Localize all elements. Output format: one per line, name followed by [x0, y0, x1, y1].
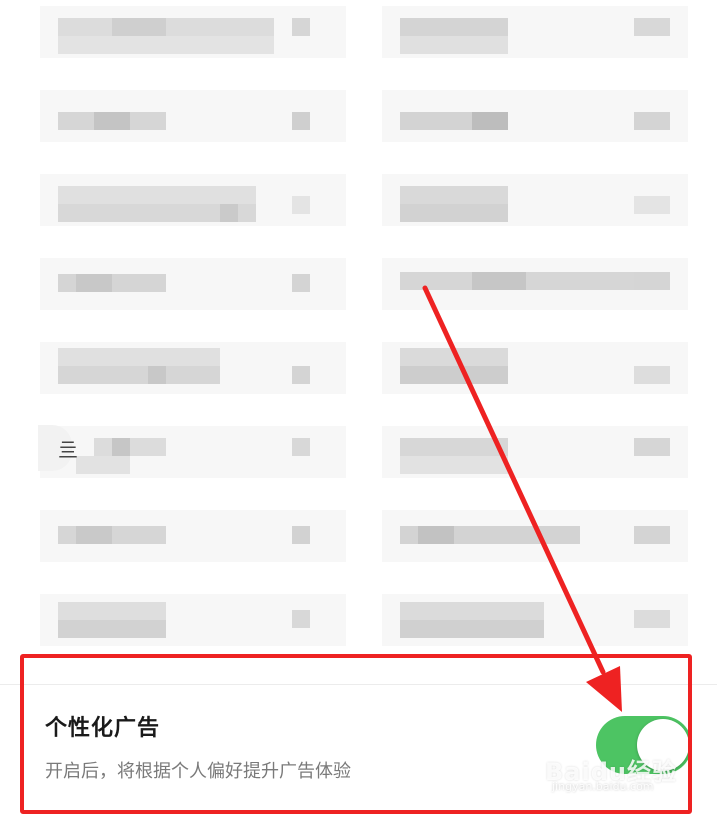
list-cell	[382, 174, 688, 226]
list-row	[0, 0, 717, 72]
list-row	[0, 336, 717, 408]
list-cell	[40, 510, 346, 562]
list-row	[0, 504, 717, 576]
list-cell	[40, 426, 346, 478]
list-cell	[40, 258, 346, 310]
list-cell	[382, 594, 688, 646]
list-row	[0, 252, 717, 324]
list-cell	[382, 426, 688, 478]
list-row	[0, 588, 717, 660]
list-cell	[40, 174, 346, 226]
menu-glyph-icon: 亖	[58, 438, 78, 462]
list-cell	[382, 90, 688, 142]
list-cell	[40, 342, 346, 394]
list-cell	[40, 6, 346, 58]
list-cell	[382, 510, 688, 562]
list-row	[0, 84, 717, 156]
list-cell	[382, 342, 688, 394]
list-cell	[382, 6, 688, 58]
highlight-box	[20, 654, 692, 814]
list-cell	[382, 258, 688, 310]
list-row	[0, 168, 717, 240]
list-cell	[40, 594, 346, 646]
list-cell	[40, 90, 346, 142]
list-row	[0, 420, 717, 492]
blurred-list	[0, 0, 717, 660]
